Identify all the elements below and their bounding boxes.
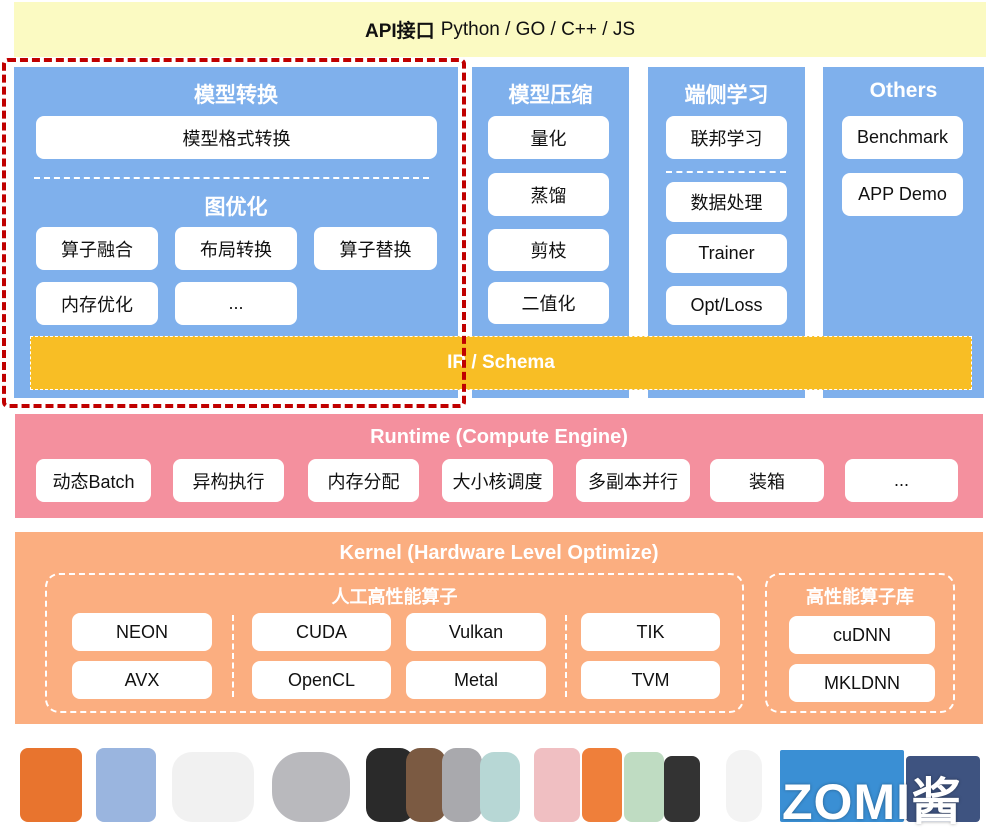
kernel-item: OpenCL bbox=[252, 661, 391, 699]
graph-opt-item: 算子替换 bbox=[314, 227, 437, 270]
watermark-logo: ZOMI酱 bbox=[782, 774, 962, 830]
band-green-image bbox=[624, 752, 664, 822]
watch-brown-image bbox=[406, 748, 446, 822]
others-item: Benchmark bbox=[842, 116, 963, 159]
api-languages: Python / GO / C++ / JS bbox=[440, 18, 635, 40]
runtime-item: 内存分配 bbox=[308, 459, 419, 502]
watch-mint-image bbox=[480, 752, 520, 822]
on-device-learning-title: 端侧学习 bbox=[684, 84, 769, 107]
runtime-layer: Runtime (Compute Engine) 动态Batch 异构执行 内存… bbox=[15, 414, 983, 518]
graph-opt-item-more: ... bbox=[175, 282, 297, 325]
kernel-item: NEON bbox=[72, 613, 212, 651]
runtime-item: 动态Batch bbox=[36, 459, 151, 502]
kernel-item: Metal bbox=[406, 661, 546, 699]
model-format-conversion-box: 模型格式转换 bbox=[36, 116, 437, 159]
phone-blue-image bbox=[96, 748, 156, 822]
band-black-image bbox=[664, 756, 700, 822]
runtime-item: 异构执行 bbox=[173, 459, 284, 502]
api-label: API接口 bbox=[365, 21, 435, 42]
divider bbox=[34, 177, 429, 179]
model-compression-title: 模型压缩 bbox=[508, 84, 593, 107]
runtime-title: Runtime (Compute Engine) bbox=[370, 426, 628, 448]
kernel-item: AVX bbox=[72, 661, 212, 699]
band-pink-image bbox=[534, 748, 580, 822]
earbuds-grey-image bbox=[272, 752, 350, 822]
graph-opt-item: 布局转换 bbox=[175, 227, 297, 270]
ir-schema-label: IR / Schema bbox=[447, 352, 555, 373]
compression-item: 二值化 bbox=[488, 282, 609, 324]
phone-orange-image bbox=[20, 748, 82, 822]
learning-item: 数据处理 bbox=[666, 182, 787, 222]
kernel-layer: Kernel (Hardware Level Optimize) 人工高性能算子… bbox=[15, 532, 983, 724]
kernel-item: CUDA bbox=[252, 613, 391, 651]
others-title: Others bbox=[869, 79, 938, 102]
runtime-item: 装箱 bbox=[710, 459, 824, 502]
kernel-title: Kernel (Hardware Level Optimize) bbox=[339, 542, 659, 564]
divider bbox=[666, 171, 786, 173]
graph-optimization-title: 图优化 bbox=[204, 196, 268, 219]
band-orange-image bbox=[582, 748, 622, 822]
model-conversion-title: 模型转换 bbox=[194, 84, 278, 107]
federated-learning-box: 联邦学习 bbox=[666, 116, 787, 159]
ir-schema-layer: IR / Schema bbox=[30, 336, 972, 390]
compression-item: 量化 bbox=[488, 116, 609, 159]
kernel-library-item: cuDNN bbox=[789, 616, 935, 654]
graph-opt-item: 内存优化 bbox=[36, 282, 158, 325]
graph-opt-item: 算子融合 bbox=[36, 227, 158, 270]
earbuds-white-image bbox=[172, 752, 254, 822]
learning-item: Opt/Loss bbox=[666, 286, 787, 325]
watch-silver-image bbox=[442, 748, 482, 822]
learning-item: Trainer bbox=[666, 234, 787, 273]
api-layer: API接口 Python / GO / C++ / JS bbox=[14, 2, 986, 57]
separator bbox=[232, 615, 234, 697]
separator bbox=[565, 615, 567, 697]
kernel-library-item: MKLDNN bbox=[789, 664, 935, 702]
manual-operators-title: 人工高性能算子 bbox=[331, 587, 458, 607]
compression-item: 蒸馏 bbox=[488, 173, 609, 216]
kernel-item: TVM bbox=[581, 661, 720, 699]
runtime-item: 大小核调度 bbox=[442, 459, 553, 502]
runtime-item: 多副本并行 bbox=[576, 459, 690, 502]
others-item: APP Demo bbox=[842, 173, 963, 216]
compression-item: 剪枝 bbox=[488, 229, 609, 271]
kernel-item: TIK bbox=[581, 613, 720, 651]
camera-image bbox=[726, 750, 762, 822]
operator-library-title: 高性能算子库 bbox=[806, 587, 914, 607]
kernel-item: Vulkan bbox=[406, 613, 546, 651]
runtime-item-more: ... bbox=[845, 459, 958, 502]
